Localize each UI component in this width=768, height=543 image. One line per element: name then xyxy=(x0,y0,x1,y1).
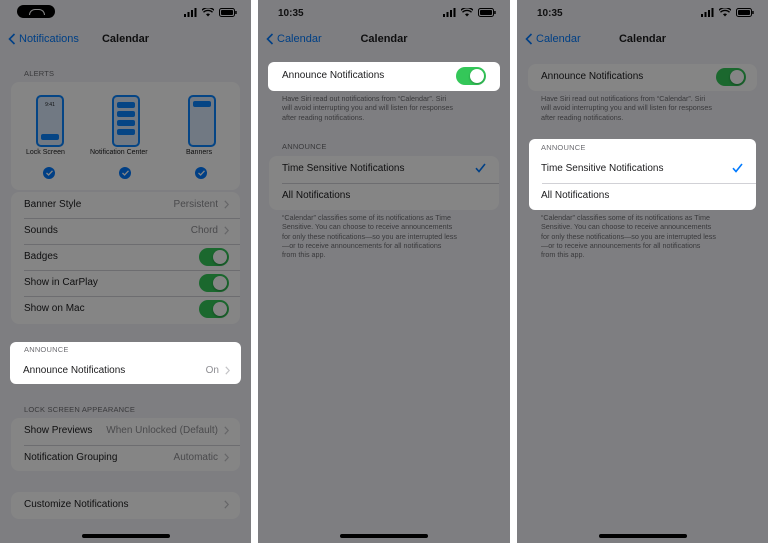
dim-overlay xyxy=(517,0,768,543)
announce-toggle-highlight: Announce Notifications xyxy=(268,62,500,91)
screen-calendar-notifications: Notifications Calendar ALERTS 9:41 Lock … xyxy=(0,0,251,543)
dim-overlay xyxy=(0,0,251,543)
screen-announce-options: 10:35 Calendar Calendar Announce Notific… xyxy=(517,0,768,543)
announce-notifications-row: Announce Notifications xyxy=(268,63,500,89)
row-label: Time Sensitive Notifications xyxy=(541,163,664,174)
section-header-announce: ANNOUNCE xyxy=(24,345,69,354)
row-label: All Notifications xyxy=(541,190,610,201)
screen-announce-notifications: 10:35 Calendar Calendar Have Siri read o… xyxy=(258,0,510,543)
chevron-right-icon xyxy=(225,366,230,375)
announce-notifications-row[interactable]: Announce Notifications On xyxy=(10,358,241,384)
option-all-notifications[interactable]: All Notifications xyxy=(529,183,756,209)
announce-highlight: ANNOUNCE Announce Notifications On xyxy=(10,342,241,384)
row-label: Announce Notifications xyxy=(23,365,126,376)
section-header-announce: ANNOUNCE xyxy=(541,143,586,152)
checkmark-icon xyxy=(732,163,743,173)
row-label: Announce Notifications xyxy=(282,70,385,81)
option-time-sensitive[interactable]: Time Sensitive Notifications xyxy=(529,156,756,182)
announce-options-highlight: ANNOUNCE Time Sensitive Notifications Al… xyxy=(529,139,756,210)
announce-notifications-toggle[interactable] xyxy=(456,67,486,85)
row-value: On xyxy=(205,365,219,376)
